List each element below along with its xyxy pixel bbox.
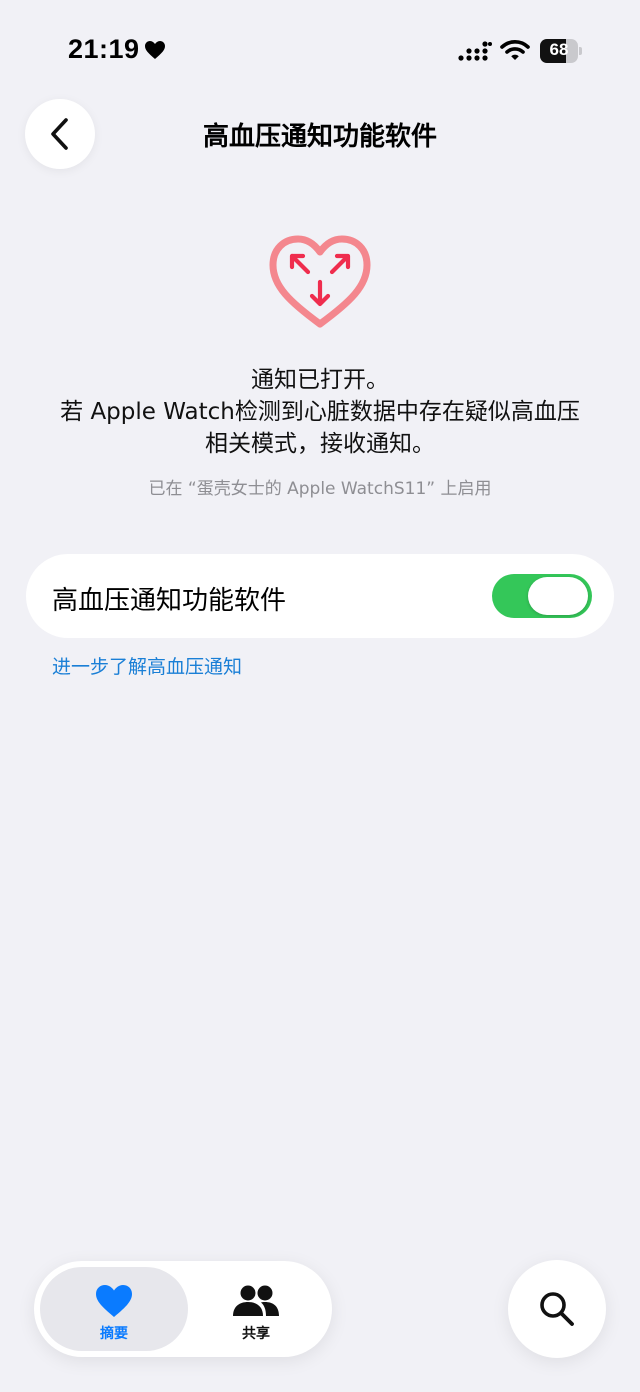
tab-label: 共享 xyxy=(242,1326,270,1342)
heart-fill-icon xyxy=(145,41,165,59)
people-icon xyxy=(233,1285,279,1316)
status-bar: 21:19 68 xyxy=(0,0,640,100)
page-title: 高血压通知功能软件 xyxy=(202,122,437,152)
enabled-on-device-text: 已在 “蛋壳女士的 Apple WatchS11” 上启用 xyxy=(148,479,492,499)
status-time: 21:19 xyxy=(68,34,140,64)
tab-summary[interactable]: 摘要 xyxy=(40,1267,188,1351)
setting-label: 高血压通知功能软件 xyxy=(52,586,287,616)
back-button[interactable] xyxy=(25,99,95,169)
search-icon xyxy=(540,1292,574,1326)
heart-arrows-icon xyxy=(269,235,371,328)
battery-indicator: 68 xyxy=(540,39,582,63)
search-button[interactable] xyxy=(508,1260,606,1358)
hypertension-notification-toggle[interactable] xyxy=(492,574,592,618)
tab-label: 摘要 xyxy=(100,1326,128,1342)
heart-icon xyxy=(96,1285,132,1317)
tab-bar: 摘要 共享 xyxy=(34,1261,332,1357)
battery-cap xyxy=(579,47,582,55)
toggle-knob xyxy=(528,577,588,615)
wifi-icon xyxy=(500,40,530,60)
setting-card: 高血压通知功能软件 xyxy=(26,554,614,638)
message-line: 通知已打开。 xyxy=(251,367,389,393)
message-line: 相关模式，接收通知。 xyxy=(205,431,435,457)
learn-more-link[interactable]: 进一步了解高血压通知 xyxy=(52,652,242,679)
chevron-left-icon xyxy=(51,118,68,150)
cellular-signal-icon xyxy=(458,41,492,61)
tab-sharing[interactable]: 共享 xyxy=(182,1267,330,1351)
notification-status-message: 通知已打开。 若 Apple Watch检测到心脏数据中存在疑似高血压 相关模式… xyxy=(20,364,620,460)
message-line: 若 Apple Watch检测到心脏数据中存在疑似高血压 xyxy=(60,399,580,425)
battery-level: 68 xyxy=(549,40,569,59)
